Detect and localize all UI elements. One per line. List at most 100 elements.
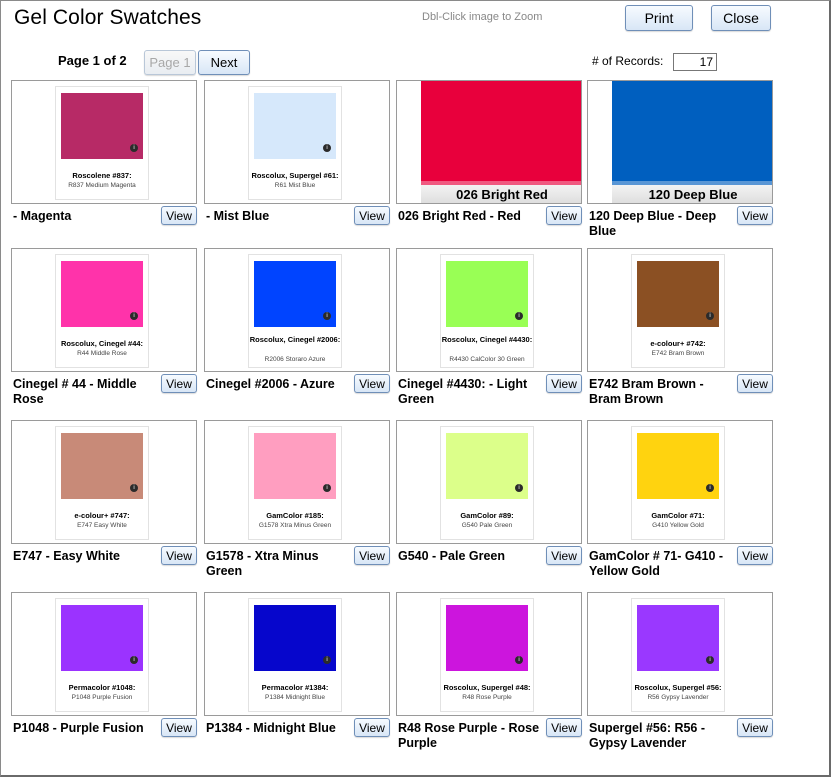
info-icon: i <box>515 312 523 320</box>
card-product-desc: E747 Easy White <box>77 522 127 529</box>
swatch-cell: i Roscolene #837: R837 Medium Magenta - Ma… <box>11 80 201 250</box>
view-button[interactable]: View <box>737 718 773 737</box>
view-button[interactable]: View <box>546 374 582 393</box>
card-product-name: GamColor #185: <box>266 511 324 520</box>
swatch-card: i Roscolux, Supergel #61: R61 Mist Blue <box>248 86 342 200</box>
card-product-desc: R2006 Storaro Azure <box>264 356 326 363</box>
card-product-name: e-colour+ #742: <box>650 339 706 348</box>
view-button[interactable]: View <box>354 374 390 393</box>
card-product-desc: P1384 Midnight Blue <box>265 694 325 701</box>
swatch-image[interactable]: i Roscolux, Cinegel #2006: R2006 Storaro A… <box>204 248 390 372</box>
view-button[interactable]: View <box>161 206 197 225</box>
close-button[interactable]: Close <box>711 5 771 31</box>
print-button[interactable]: Print <box>625 5 693 31</box>
swatch-image[interactable]: i Permacolor #1048: P1048 Purple Fusion <box>11 592 197 716</box>
swatch-image[interactable]: i Roscolux, Cinegel #4430: R4430 CalColor … <box>396 248 582 372</box>
swatch-image[interactable]: 026 Bright Red <box>396 80 582 204</box>
page-indicator: Page 1 of 2 <box>58 53 127 68</box>
swatch-image[interactable]: i Roscolux, Supergel #48: R48 Rose Purple <box>396 592 582 716</box>
swatch-caption: E747 - Easy White <box>13 549 120 563</box>
swatch-card: i e-colour+ #747: E747 Easy White <box>55 426 149 540</box>
card-product-desc: P1048 Purple Fusion <box>71 694 133 701</box>
info-icon: i <box>130 656 138 664</box>
card-product-name: GamColor #89: <box>460 511 514 520</box>
view-button[interactable]: View <box>354 718 390 737</box>
swatch-image[interactable]: i e-colour+ #747: E747 Easy White <box>11 420 197 544</box>
swatch-image[interactable]: 120 Deep Blue <box>587 80 773 204</box>
swatch-image[interactable]: i GamColor #71: G410 Yellow Gold <box>587 420 773 544</box>
view-button[interactable]: View <box>161 546 197 565</box>
info-icon: i <box>323 144 331 152</box>
view-button[interactable]: View <box>737 206 773 225</box>
swatch-card: i Roscolene #837: R837 Medium Magenta <box>55 86 149 200</box>
swatch-caption: G540 - Pale Green <box>398 549 506 563</box>
swatch-card: i GamColor #89: G540 Pale Green <box>440 426 534 540</box>
info-icon: i <box>515 656 523 664</box>
swatch-card: i GamColor #185: G1578 Xtra Minus Green <box>248 426 342 540</box>
view-button[interactable]: View <box>354 206 390 225</box>
swatch-card: i Roscolux, Supergel #56: R56 Gypsy Lavend… <box>631 598 725 712</box>
card-product-name: GamColor #71: <box>651 511 705 520</box>
card-product-name: Roscolux, Cinegel #44: <box>60 339 144 348</box>
swatch-image[interactable]: i Roscolux, Supergel #61: R61 Mist Blue <box>204 80 390 204</box>
view-button[interactable]: View <box>546 206 582 225</box>
swatch-cell: i Permacolor #1384: P1384 Midnight Blue P13… <box>204 592 394 762</box>
view-button[interactable]: View <box>161 718 197 737</box>
view-button[interactable]: View <box>546 546 582 565</box>
swatch-caption: P1384 - Midnight Blue <box>206 721 336 735</box>
zoom-hint: Dbl-Click image to Zoom <box>422 11 543 23</box>
swatch-caption: P1048 - Purple Fusion <box>13 721 144 735</box>
swatch-caption: - Magenta <box>13 209 72 223</box>
swatch-cell: i Roscolux, Supergel #56: R56 Gypsy Lavend… <box>587 592 777 762</box>
view-button[interactable]: View <box>161 374 197 393</box>
card-product-desc: R56 Gypsy Lavender <box>647 694 709 701</box>
swatch-image[interactable]: i GamColor #89: G540 Pale Green <box>396 420 582 544</box>
swatch-label: 120 Deep Blue <box>612 185 772 203</box>
swatch-card: i Roscolux, Cinegel #44: R44 Middle Rose <box>55 254 149 368</box>
swatch-cell: i Roscolux, Cinegel #4430: R4430 CalColor … <box>396 248 586 418</box>
view-button[interactable]: View <box>737 546 773 565</box>
swatch-caption: 120 Deep Blue - Deep Blue <box>589 209 717 238</box>
card-product-desc: R44 Middle Rose <box>77 350 127 357</box>
info-icon: i <box>323 656 331 664</box>
swatch-caption: Cinegel # 44 - Middle Rose <box>13 377 137 406</box>
card-product-desc: R4430 CalColor 30 Green <box>449 356 525 363</box>
swatch-cell: i e-colour+ #742: E742 Bram Brown E742 Bram… <box>587 248 777 418</box>
info-icon: i <box>130 484 138 492</box>
swatch-cell: i Roscolux, Supergel #61: R61 Mist Blue - … <box>204 80 394 250</box>
swatch-caption: 026 Bright Red - Red <box>398 209 521 223</box>
swatch-image[interactable]: i Permacolor #1384: P1384 Midnight Blue <box>204 592 390 716</box>
info-icon: i <box>515 484 523 492</box>
swatch-cell: i GamColor #89: G540 Pale Green G540 - Pale… <box>396 420 586 590</box>
info-icon: i <box>130 144 138 152</box>
swatch-card: i Roscolux, Cinegel #4430: R4430 CalColor … <box>440 254 534 368</box>
card-product-desc: R61 Mist Blue <box>274 182 316 189</box>
swatch-image[interactable]: i Roscolene #837: R837 Medium Magenta <box>11 80 197 204</box>
swatch-caption: - Mist Blue <box>206 209 270 223</box>
swatch-cell: 120 Deep Blue 120 Deep Blue - Deep Blue Vi… <box>587 80 777 250</box>
card-product-name: Roscolene #837: <box>72 171 132 180</box>
records-count-field[interactable]: 17 <box>673 53 717 71</box>
card-product-name: e-colour+ #747: <box>74 511 130 520</box>
swatch-image[interactable]: i e-colour+ #742: E742 Bram Brown <box>587 248 773 372</box>
page-1-button[interactable]: Page 1 <box>144 50 196 75</box>
swatch-caption: GamColor # 71- G410 - Yellow Gold <box>589 549 724 578</box>
swatch-caption: Supergel #56: R56 - Gypsy Lavender <box>589 721 706 750</box>
view-button[interactable]: View <box>737 374 773 393</box>
swatch-image[interactable]: i Roscolux, Supergel #56: R56 Gypsy Lavend… <box>587 592 773 716</box>
view-button[interactable]: View <box>546 718 582 737</box>
swatch-image[interactable]: i GamColor #185: G1578 Xtra Minus Green <box>204 420 390 544</box>
card-product-desc: G1578 Xtra Minus Green <box>258 522 332 529</box>
card-product-name: Roscolux, Supergel #56: <box>634 683 722 692</box>
info-icon: i <box>706 312 714 320</box>
swatch-caption: E742 Bram Brown - Bram Brown <box>589 377 704 406</box>
swatch-cell: i e-colour+ #747: E747 Easy White E747 - Ea… <box>11 420 201 590</box>
card-product-name: Roscolux, Cinegel #4430: <box>441 335 533 344</box>
view-button[interactable]: View <box>354 546 390 565</box>
swatch-image[interactable]: i Roscolux, Cinegel #44: R44 Middle Rose <box>11 248 197 372</box>
swatch-card: i Roscolux, Supergel #48: R48 Rose Purple <box>440 598 534 712</box>
card-product-name: Roscolux, Cinegel #2006: <box>249 335 341 344</box>
swatch-caption: Cinegel #4430: - Light Green <box>398 377 528 406</box>
next-button[interactable]: Next <box>198 50 250 75</box>
swatch-card: i e-colour+ #742: E742 Bram Brown <box>631 254 725 368</box>
